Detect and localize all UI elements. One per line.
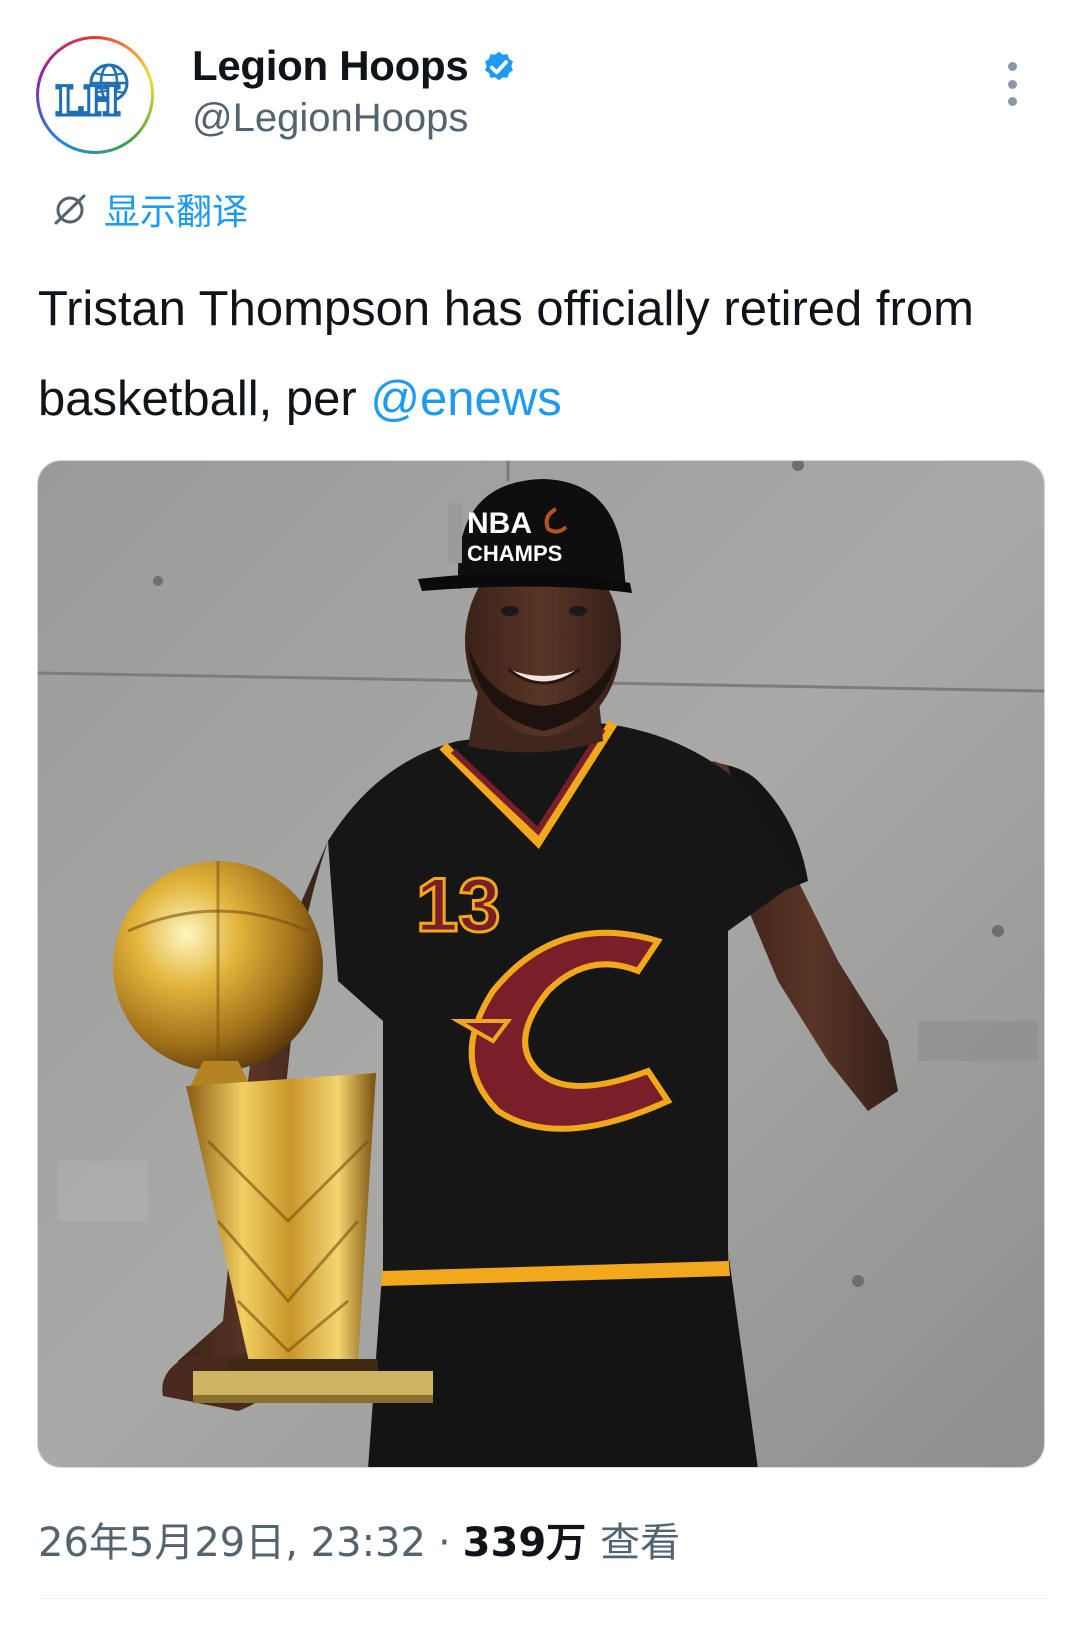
legion-hoops-logo-icon: LH [42, 42, 148, 148]
display-name[interactable]: Legion Hoops [192, 42, 469, 90]
translate-globe-icon [54, 194, 86, 225]
account-name-row[interactable]: Legion Hoops [192, 40, 518, 92]
svg-text:CHAMPS: CHAMPS [467, 541, 562, 566]
divider [38, 1598, 1048, 1599]
svg-text:NBA: NBA [467, 507, 532, 540]
views-label: 查看 [600, 1520, 681, 1566]
verified-badge-icon [485, 51, 514, 81]
tweet-text: Tristan Thompson has officially retired … [38, 264, 1048, 444]
translate-label: 显示翻译 [104, 192, 249, 233]
tweet-card: LH Legion Hoops @LegionHoops 显示翻译 Trista… [0, 0, 1080, 1625]
player-photo-image: 13 NBA CHAMPS [38, 461, 1044, 1467]
mention-link[interactable]: @enews [370, 372, 561, 426]
tweet-timestamp[interactable]: 26年5月29日, 23:32 [38, 1510, 426, 1568]
tweet-meta: 26年5月29日, 23:32 · 339万 查看 [38, 1510, 680, 1568]
account-handle[interactable]: @LegionHoops [192, 96, 468, 141]
svg-text:13: 13 [416, 863, 501, 948]
svg-text:LH: LH [55, 78, 121, 125]
meta-separator: · [437, 1520, 451, 1566]
show-translation-button[interactable]: 显示翻译 [50, 186, 249, 233]
tweet-photo[interactable]: 13 NBA CHAMPS [37, 460, 1045, 1468]
views-count: 339万 [462, 1520, 587, 1566]
avatar[interactable]: LH [36, 36, 154, 154]
more-options-icon[interactable] [1002, 62, 1022, 106]
